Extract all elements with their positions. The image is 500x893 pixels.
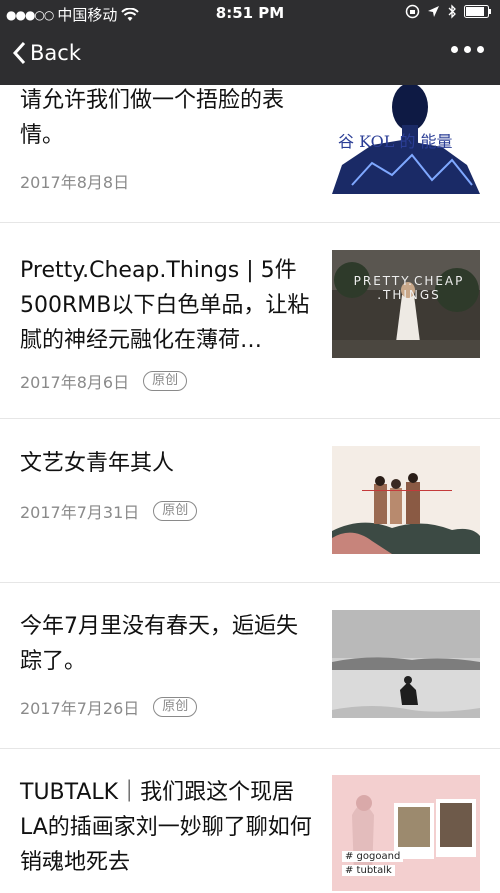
article-meta: 2017年7月31日 原创: [20, 499, 198, 523]
article-date: 2017年7月31日: [20, 503, 140, 522]
article-title: 请允许我们做一个捂脸的表情。: [20, 88, 285, 148]
article-meta: 2017年8月6日 原创: [20, 369, 188, 393]
article-title: 今年7月里没有春天，逅逅失踪了。: [20, 614, 298, 674]
article-date: 2017年8月8日: [20, 173, 130, 192]
article-meta: 2017年7月26日 原创: [20, 695, 198, 719]
original-badge: 原创: [143, 371, 188, 391]
article-meta: 2017年8月8日: [20, 169, 129, 193]
status-bar: ●●●○○ 中国移动 8:51 PM: [0, 0, 500, 28]
back-label: Back: [30, 41, 81, 65]
battery-icon: [464, 5, 491, 18]
article-thumbnail: [332, 446, 480, 554]
article-date: 2017年7月26日: [20, 699, 140, 718]
bluetooth-icon: [448, 4, 456, 19]
article-item[interactable]: Pretty.Cheap.Things | 5件500RMB以下白色单品，让粘腻…: [0, 223, 500, 419]
article-thumbnail: 谷 KOL 的 能量: [332, 85, 480, 194]
article-title: TUBTALK｜我们跟这个现居LA的插画家刘一妙聊了聊如何销魂地死去: [20, 780, 312, 875]
back-button[interactable]: Back: [12, 41, 81, 65]
article-item[interactable]: 文艺女青年其人 2017年7月31日 原创: [0, 419, 500, 583]
article-item[interactable]: TUBTALK｜我们跟这个现居LA的插画家刘一妙聊了聊如何销魂地死去 # gog…: [0, 749, 500, 893]
more-dot-icon: [464, 46, 471, 53]
chevron-left-icon: [12, 41, 26, 65]
more-dot-icon: [477, 46, 484, 53]
location-icon: [428, 6, 439, 17]
article-item[interactable]: 请允许我们做一个捂脸的表情。 2017年8月8日 谷 KOL 的 能量: [0, 85, 500, 223]
thumbnail-tag: # tubtalk: [342, 865, 395, 876]
more-dot-icon: [451, 46, 458, 53]
article-thumbnail: [332, 610, 480, 718]
thumbnail-tag: # gogoand: [342, 851, 404, 862]
more-options-button[interactable]: [451, 46, 484, 53]
article-date: 2017年8月6日: [20, 373, 130, 392]
original-badge: 原创: [153, 697, 198, 717]
article-thumbnail: # gogoand # tubtalk: [332, 775, 480, 891]
thumbnail-overlay-text: PRETTY.CHEAP .THINGS: [353, 274, 465, 302]
orientation-lock-icon: [405, 4, 420, 19]
article-thumbnail: PRETTY.CHEAP .THINGS: [332, 250, 480, 358]
article-title: Pretty.Cheap.Things | 5件500RMB以下白色单品，让粘腻…: [20, 258, 310, 353]
status-right: [405, 4, 492, 19]
article-title: 文艺女青年其人: [20, 451, 175, 476]
article-item[interactable]: 今年7月里没有春天，逅逅失踪了。 2017年7月26日 原创: [0, 583, 500, 749]
navigation-bar: Back: [0, 28, 500, 85]
article-list: 请允许我们做一个捂脸的表情。 2017年8月8日 谷 KOL 的 能量 Pret…: [0, 85, 500, 893]
svg-text:谷 KOL 的 能量: 谷 KOL 的 能量: [338, 132, 453, 151]
original-badge: 原创: [153, 501, 198, 521]
